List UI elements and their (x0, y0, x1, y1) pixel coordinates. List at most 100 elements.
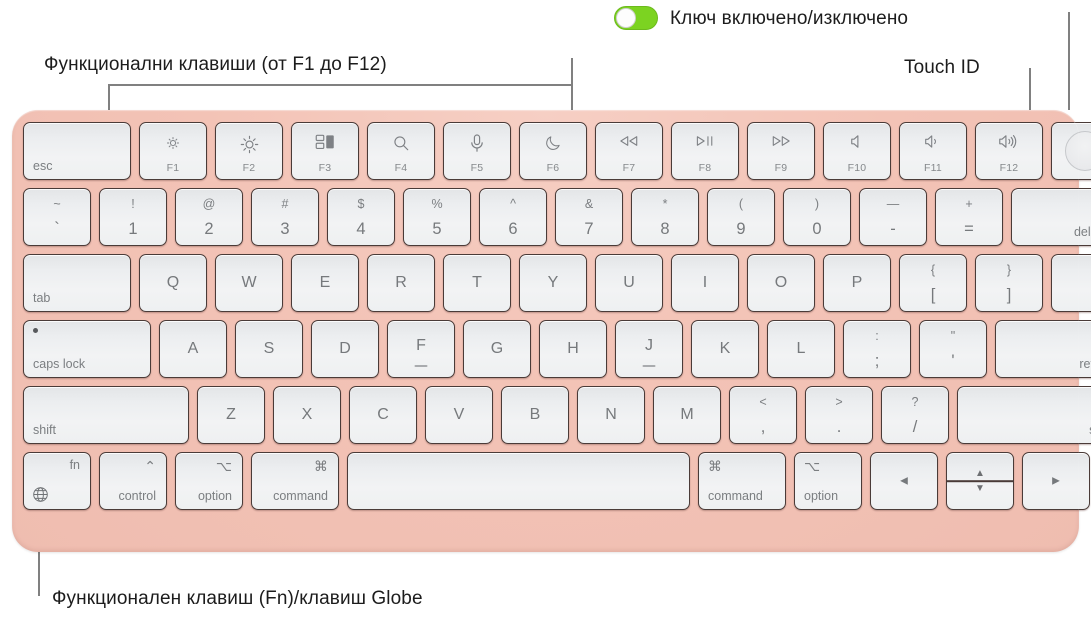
key-f1[interactable]: F1 (139, 122, 207, 180)
key-command-left[interactable]: ⌘ command (251, 452, 339, 510)
key-digit-6[interactable]: ^ 6 (479, 188, 547, 246)
key-backtick[interactable]: ~ ` (23, 188, 91, 246)
key-s[interactable]: S (235, 320, 303, 378)
key-delete[interactable]: delete (1011, 188, 1091, 246)
key-g[interactable]: G (463, 320, 531, 378)
key-f8[interactable]: F8 (671, 122, 739, 180)
key-z[interactable]: Z (197, 386, 265, 444)
key-f11[interactable]: F11 (899, 122, 967, 180)
key-h[interactable]: H (539, 320, 607, 378)
key-f3[interactable]: F3 (291, 122, 359, 180)
key-f5[interactable]: F5 (443, 122, 511, 180)
key-k[interactable]: K (691, 320, 759, 378)
key-arrow-right[interactable]: ▶ (1022, 452, 1090, 510)
key-j[interactable]: J (615, 320, 683, 378)
key-f10[interactable]: F10 (823, 122, 891, 180)
key-command-right-label: command (708, 489, 763, 503)
option-symbol-icon: ⌥ (215, 458, 232, 474)
key-e[interactable]: E (291, 254, 359, 312)
key-equals-lower: = (964, 220, 974, 238)
key-digit-5[interactable]: % 5 (403, 188, 471, 246)
rewind-icon (596, 134, 662, 148)
key-digit-9[interactable]: ( 9 (707, 188, 775, 246)
key-return[interactable]: return (995, 320, 1091, 378)
key-backtick-lower: ` (54, 220, 60, 238)
key-c[interactable]: C (349, 386, 417, 444)
key-caps-lock[interactable]: caps lock (23, 320, 151, 378)
key-f6[interactable]: F6 (519, 122, 587, 180)
key-arrow-updown[interactable]: ▲ ▼ (946, 452, 1014, 510)
key-command-right[interactable]: ⌘ command (698, 452, 786, 510)
key-equals[interactable]: + = (935, 188, 1003, 246)
key-m[interactable]: M (653, 386, 721, 444)
key-minus[interactable]: — - (859, 188, 927, 246)
key-t[interactable]: T (443, 254, 511, 312)
key-digit-7[interactable]: & 7 (555, 188, 623, 246)
key-v[interactable]: V (425, 386, 493, 444)
volume-mute-icon (824, 134, 890, 149)
key-p[interactable]: P (823, 254, 891, 312)
key-shift-left[interactable]: shift (23, 386, 189, 444)
key-y-label: Y (547, 274, 559, 291)
key-r[interactable]: R (367, 254, 435, 312)
key-tab[interactable]: tab (23, 254, 131, 312)
key-comma[interactable]: < , (729, 386, 797, 444)
key-digit-8[interactable]: * 8 (631, 188, 699, 246)
key-f4[interactable]: F4 (367, 122, 435, 180)
key-f9[interactable]: F9 (747, 122, 815, 180)
key-bracket-left[interactable]: { [ (899, 254, 967, 312)
magic-keyboard-body: esc F1 F2 F3 F4 F5 F6 F7 F8 F9 F10 F11 F… (12, 110, 1091, 552)
key-digit-1[interactable]: ! 1 (99, 188, 167, 246)
option-symbol-icon: ⌥ (804, 458, 821, 474)
key-f1-label: F1 (166, 162, 180, 174)
callout-function-keys: Функционални клавиши (от F1 до F12) (44, 54, 387, 75)
key-f2[interactable]: F2 (215, 122, 283, 180)
key-w[interactable]: W (215, 254, 283, 312)
key-slash[interactable]: ? / (881, 386, 949, 444)
key-f7[interactable]: F7 (595, 122, 663, 180)
key-semicolon[interactable]: : ; (843, 320, 911, 378)
key-digit-0[interactable]: ) 0 (783, 188, 851, 246)
key-arrow-down[interactable]: ▼ (947, 481, 1013, 509)
key-esc[interactable]: esc (23, 122, 131, 180)
key-arrow-up[interactable]: ▲ (947, 453, 1013, 481)
key-digit-3[interactable]: # 3 (251, 188, 319, 246)
key-f8-label: F8 (698, 162, 712, 174)
key-quote[interactable]: " ' (919, 320, 987, 378)
key-i[interactable]: I (671, 254, 739, 312)
key-touch-id[interactable] (1051, 122, 1091, 180)
key-fn-globe[interactable]: fn (23, 452, 91, 510)
key-u[interactable]: U (595, 254, 663, 312)
key-q[interactable]: Q (139, 254, 207, 312)
key-f[interactable]: F (387, 320, 455, 378)
key-backslash[interactable]: | \ (1051, 254, 1091, 312)
key-a[interactable]: A (159, 320, 227, 378)
key-control[interactable]: ⌃ control (99, 452, 167, 510)
key-f12[interactable]: F12 (975, 122, 1043, 180)
key-o[interactable]: O (747, 254, 815, 312)
key-digit-2[interactable]: @ 2 (175, 188, 243, 246)
key-period[interactable]: > . (805, 386, 873, 444)
key-p-label: P (851, 274, 863, 291)
key-d[interactable]: D (311, 320, 379, 378)
control-symbol-icon: ⌃ (144, 458, 156, 474)
key-b[interactable]: B (501, 386, 569, 444)
key-space[interactable] (347, 452, 690, 510)
key-n[interactable]: N (577, 386, 645, 444)
key-x[interactable]: X (273, 386, 341, 444)
key-option-left[interactable]: ⌥ option (175, 452, 243, 510)
key-f6-label: F6 (546, 162, 560, 174)
power-toggle-switch[interactable] (614, 6, 658, 30)
key-option-right[interactable]: ⌥ option (794, 452, 862, 510)
key-bracket-right[interactable]: } ] (975, 254, 1043, 312)
key-digit-4[interactable]: $ 4 (327, 188, 395, 246)
key-h-label: H (567, 340, 579, 357)
command-symbol-icon: ⌘ (314, 458, 328, 474)
key-shift-right[interactable]: shift (957, 386, 1091, 444)
key-y[interactable]: Y (519, 254, 587, 312)
key-f-label: F (416, 336, 426, 354)
callout-touch-id: Touch ID (904, 57, 980, 78)
key-f9-label: F9 (774, 162, 788, 174)
key-arrow-left[interactable]: ◀ (870, 452, 938, 510)
key-l[interactable]: L (767, 320, 835, 378)
